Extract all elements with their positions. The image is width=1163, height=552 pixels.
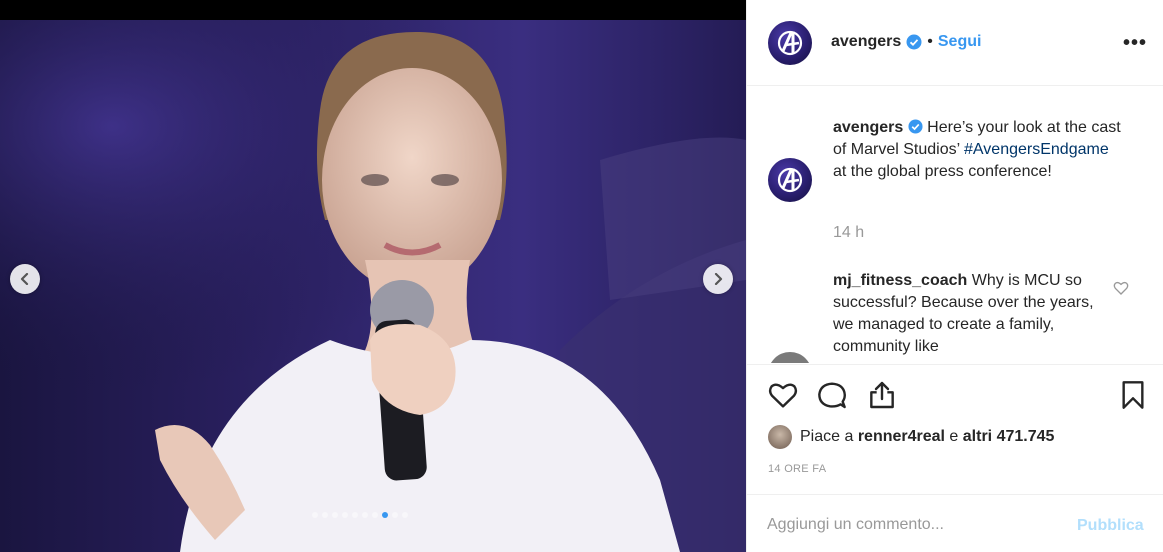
carousel-dot xyxy=(312,512,318,518)
carousel-dot xyxy=(322,512,328,518)
carousel-dot xyxy=(392,512,398,518)
heart-icon xyxy=(1113,281,1129,295)
hashtag-link[interactable]: #AvengersEndgame xyxy=(964,141,1109,158)
caption-time: 14 h xyxy=(833,224,865,241)
chevron-left-icon xyxy=(20,273,29,285)
verified-badge-icon xyxy=(906,34,922,50)
more-options-button[interactable]: ••• xyxy=(1123,32,1147,55)
post-header: avengers • Segui ••• xyxy=(747,0,1163,86)
header-user: avengers • Segui xyxy=(831,33,981,51)
comments-section[interactable]: avengers Here’s your look at the cast of… xyxy=(747,87,1163,363)
carousel-prev-button[interactable] xyxy=(10,264,40,294)
carousel-dot xyxy=(402,512,408,518)
post-photo[interactable] xyxy=(0,20,746,552)
carousel-next-button[interactable] xyxy=(703,264,733,294)
carousel-dot xyxy=(372,512,378,518)
like-button[interactable] xyxy=(767,379,799,416)
follow-button[interactable]: Segui xyxy=(938,33,982,51)
publish-button[interactable]: Pubblica xyxy=(1077,517,1144,535)
username-link[interactable]: avengers xyxy=(831,33,901,51)
verified-badge-icon xyxy=(908,119,923,134)
avengers-logo-icon xyxy=(777,30,803,56)
likes-text: Piace a renner4real e altri 471.745 xyxy=(800,428,1054,446)
chevron-right-icon xyxy=(714,273,723,285)
post-media xyxy=(0,0,746,552)
comment-item: mj_fitness_coach Why is MCU so successfu… xyxy=(833,270,1103,358)
comment-input[interactable] xyxy=(767,511,1047,539)
liker-avatar[interactable] xyxy=(768,425,792,449)
comment-username[interactable]: mj_fitness_coach xyxy=(833,272,967,289)
share-button[interactable] xyxy=(866,379,898,416)
heart-icon xyxy=(768,383,798,408)
carousel-dot xyxy=(382,512,388,518)
carousel-dot xyxy=(362,512,368,518)
comment-button[interactable] xyxy=(816,379,848,416)
caption-avatar[interactable] xyxy=(768,158,812,202)
share-icon xyxy=(870,381,894,409)
avatar[interactable] xyxy=(768,21,812,65)
comment-avatar[interactable] xyxy=(768,352,812,363)
likes-count[interactable]: altri 471.745 xyxy=(963,428,1055,445)
carousel-dot xyxy=(342,512,348,518)
caption: avengers Here’s your look at the cast of… xyxy=(833,117,1123,183)
post-actions: Piace a renner4real e altri 471.745 14 O… xyxy=(747,364,1163,494)
comment-composer: Pubblica xyxy=(747,494,1163,552)
liker-username[interactable]: renner4real xyxy=(858,428,945,445)
separator: • xyxy=(927,33,933,50)
bookmark-icon xyxy=(1122,381,1144,409)
post-panel: avengers • Segui ••• avengers Here’s you… xyxy=(746,0,1163,552)
save-button[interactable] xyxy=(1117,379,1149,416)
avengers-logo-icon xyxy=(777,167,803,193)
carousel-dot xyxy=(332,512,338,518)
comment-bubble-icon xyxy=(818,382,846,409)
likes-prefix: Piace a xyxy=(800,428,858,445)
carousel-dot xyxy=(352,512,358,518)
comment-like-button[interactable] xyxy=(1113,280,1129,301)
caption-username[interactable]: avengers xyxy=(833,119,903,136)
caption-text-end: at the global press conference! xyxy=(833,163,1052,180)
likes-summary[interactable]: Piace a renner4real e altri 471.745 xyxy=(768,425,1054,449)
likes-middle: e xyxy=(944,428,963,445)
post-timestamp[interactable]: 14 ORE FA xyxy=(768,463,826,475)
carousel-indicator xyxy=(312,512,408,518)
